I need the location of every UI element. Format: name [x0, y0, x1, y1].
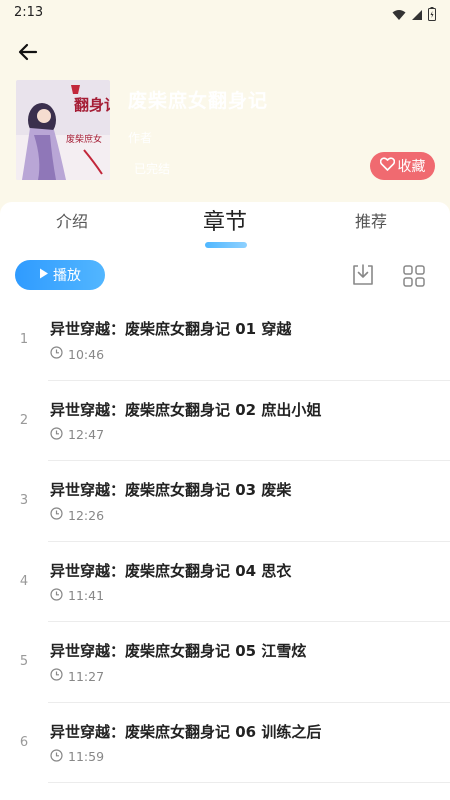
chapter-row[interactable]: 2 异世穿越：废柴庶女翻身记 02 庶出小姐 12:47 [0, 381, 450, 461]
play-icon [39, 267, 49, 283]
divider [48, 782, 450, 783]
book-status: 已完结 [134, 162, 171, 176]
chapter-index: 1 [19, 332, 29, 347]
chapter-duration: 12:26 [68, 507, 105, 523]
clock-icon [50, 587, 63, 604]
chapter-meta: 11:41 [50, 587, 105, 604]
cover-subtitle-text: 废柴庶女 [66, 133, 102, 145]
chapter-duration: 10:46 [68, 346, 105, 362]
heart-icon [379, 157, 395, 175]
chapter-meta: 12:47 [50, 426, 105, 443]
chapter-row[interactable]: 4 异世穿越：废柴庶女翻身记 04 思衣 11:41 [0, 542, 450, 622]
status-time: 2:13 [14, 5, 44, 20]
chapter-meta: 11:27 [50, 668, 104, 684]
chapter-list: 1 异世穿越：废柴庶女翻身记 01 穿越 10:46 2 异世穿越：废柴庶女翻身… [0, 300, 450, 783]
wifi-icon [392, 6, 406, 25]
chapter-title: 异世穿越：废柴庶女翻身记 01 穿越 [50, 320, 292, 338]
clock-icon [50, 507, 63, 523]
grid-view-button[interactable] [403, 265, 425, 287]
play-label: 播放 [53, 268, 81, 284]
status-bar: 2:13 [0, 0, 450, 26]
back-button[interactable] [14, 40, 42, 68]
chapter-meta: 12:26 [50, 507, 104, 523]
chapter-row[interactable]: 3 异世穿越：废柴庶女翻身记 03 废柴 12:26 [0, 461, 450, 542]
chapter-duration: 11:59 [68, 749, 105, 764]
chapter-title: 异世穿越：废柴庶女翻身记 03 废柴 [50, 481, 292, 499]
tab-recommend[interactable]: 推荐 [355, 208, 387, 232]
status-icons [392, 6, 436, 25]
chapter-row[interactable]: 1 异世穿越：废柴庶女翻身记 01 穿越 10:46 [0, 300, 450, 381]
chapter-index: 6 [19, 734, 29, 750]
chapter-duration: 11:41 [68, 588, 105, 603]
favorite-button[interactable]: 收藏 [370, 152, 435, 180]
book-author: 作者 [128, 131, 153, 145]
chapter-meta: 11:59 [50, 748, 105, 765]
arrow-left-icon [18, 42, 38, 66]
chapter-row[interactable]: 6 异世穿越：废柴庶女翻身记 06 训练之后 11:59 [0, 703, 450, 783]
favorite-label: 收藏 [397, 159, 426, 175]
grid-icon [403, 265, 425, 291]
cover-title-text: 翻身记 [74, 96, 110, 114]
tab-active-indicator [205, 242, 247, 248]
book-cover: 翻身记 废柴庶女 [16, 80, 110, 180]
clock-icon [50, 346, 63, 362]
chapter-title: 异世穿越：废柴庶女翻身记 05 江雪炫 [50, 642, 307, 660]
chapter-title: 异世穿越：废柴庶女翻身记 04 思衣 [50, 561, 292, 580]
signal-icon [411, 6, 423, 25]
download-button[interactable] [350, 262, 376, 288]
clock-icon [50, 748, 63, 765]
book-title: 废柴庶女翻身记 [128, 90, 269, 112]
chapter-title: 异世穿越：废柴庶女翻身记 06 训练之后 [50, 722, 322, 741]
chapter-row[interactable]: 5 异世穿越：废柴庶女翻身记 05 江雪炫 11:27 [0, 622, 450, 703]
clock-icon [50, 668, 63, 684]
chapter-meta: 10:46 [50, 346, 104, 362]
battery-icon [428, 6, 436, 25]
chapter-index: 2 [19, 412, 29, 428]
chapter-index: 5 [19, 654, 29, 669]
chapter-index: 4 [19, 573, 29, 589]
chapter-duration: 11:27 [68, 668, 105, 684]
download-icon [350, 264, 376, 292]
clock-icon [50, 426, 63, 443]
chapter-duration: 12:47 [68, 427, 105, 442]
tab-chapters[interactable]: 章节 [203, 204, 247, 236]
chapter-title: 异世穿越：废柴庶女翻身记 02 庶出小姐 [50, 400, 322, 419]
chapter-index: 3 [19, 493, 29, 508]
play-button[interactable]: 播放 [15, 260, 105, 290]
tab-intro[interactable]: 介绍 [56, 208, 88, 232]
